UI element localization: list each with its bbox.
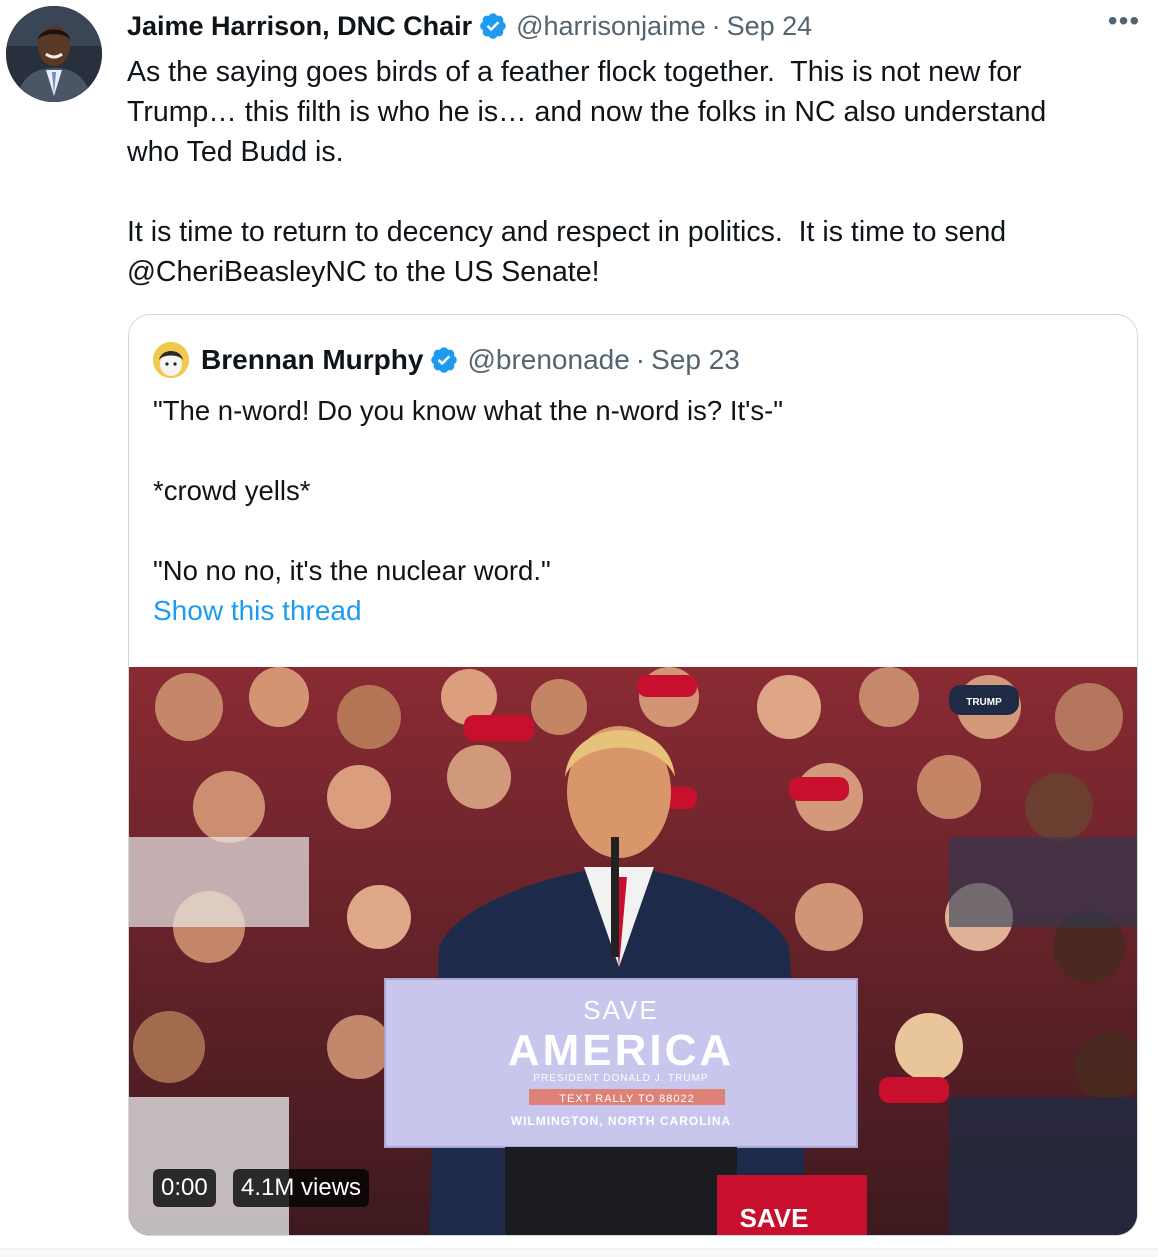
podium-line1: SAVE <box>583 995 658 1025</box>
video-player[interactable]: SAVE AMERICA PRESIDENT DONALD J. TRUMP T… <box>129 667 1137 1235</box>
quoted-author-name[interactable]: Brennan Murphy <box>201 344 423 376</box>
meta-separator: · <box>635 344 646 375</box>
rally-sign-text: SAVE <box>740 1203 809 1233</box>
author-handle[interactable]: @harrisonjaime <box>516 11 705 42</box>
video-view-count: 4.1M views <box>233 1169 370 1207</box>
tweet-date[interactable]: Sep 24 <box>727 11 813 42</box>
video-thumbnail: SAVE AMERICA PRESIDENT DONALD J. TRUMP T… <box>129 667 1137 1235</box>
quoted-tweet-header: Brennan Murphy @brenonade · Sep 23 <box>153 341 740 379</box>
quoted-tweet[interactable]: Brennan Murphy @brenonade · Sep 23 "The … <box>128 314 1138 1236</box>
quoted-author-handle[interactable]: @brenonade <box>467 344 629 376</box>
quoted-tweet-text: "The n-word! Do you know what the n-word… <box>153 395 784 586</box>
show-thread-link[interactable]: Show this thread <box>153 595 362 627</box>
more-options-icon[interactable]: ••• <box>1104 6 1144 42</box>
verified-badge-icon <box>429 345 459 375</box>
tweet-text: As the saying goes birds of a feather fl… <box>127 56 1047 288</box>
tweet[interactable]: Jaime Harrison, DNC Chair @harrisonjaime… <box>0 0 1158 1256</box>
podium-line5: WILMINGTON, NORTH CAROLINA <box>511 1114 731 1128</box>
video-timestamp: 0:00 <box>153 1169 216 1207</box>
verified-badge-icon <box>478 11 508 41</box>
podium-line2: AMERICA <box>508 1026 734 1075</box>
hat-text: TRUMP <box>966 697 1002 708</box>
podium-line4: TEXT RALLY TO 88022 <box>559 1093 694 1105</box>
tweet-header: Jaime Harrison, DNC Chair @harrisonjaime… <box>127 8 812 44</box>
meta-separator: · <box>711 10 721 41</box>
author-avatar[interactable] <box>6 6 102 102</box>
podium-line3: PRESIDENT DONALD J. TRUMP <box>533 1073 708 1084</box>
author-name[interactable]: Jaime Harrison, DNC Chair <box>127 11 472 42</box>
quoted-author-avatar <box>153 342 189 378</box>
quoted-tweet-date[interactable]: Sep 23 <box>651 344 740 376</box>
